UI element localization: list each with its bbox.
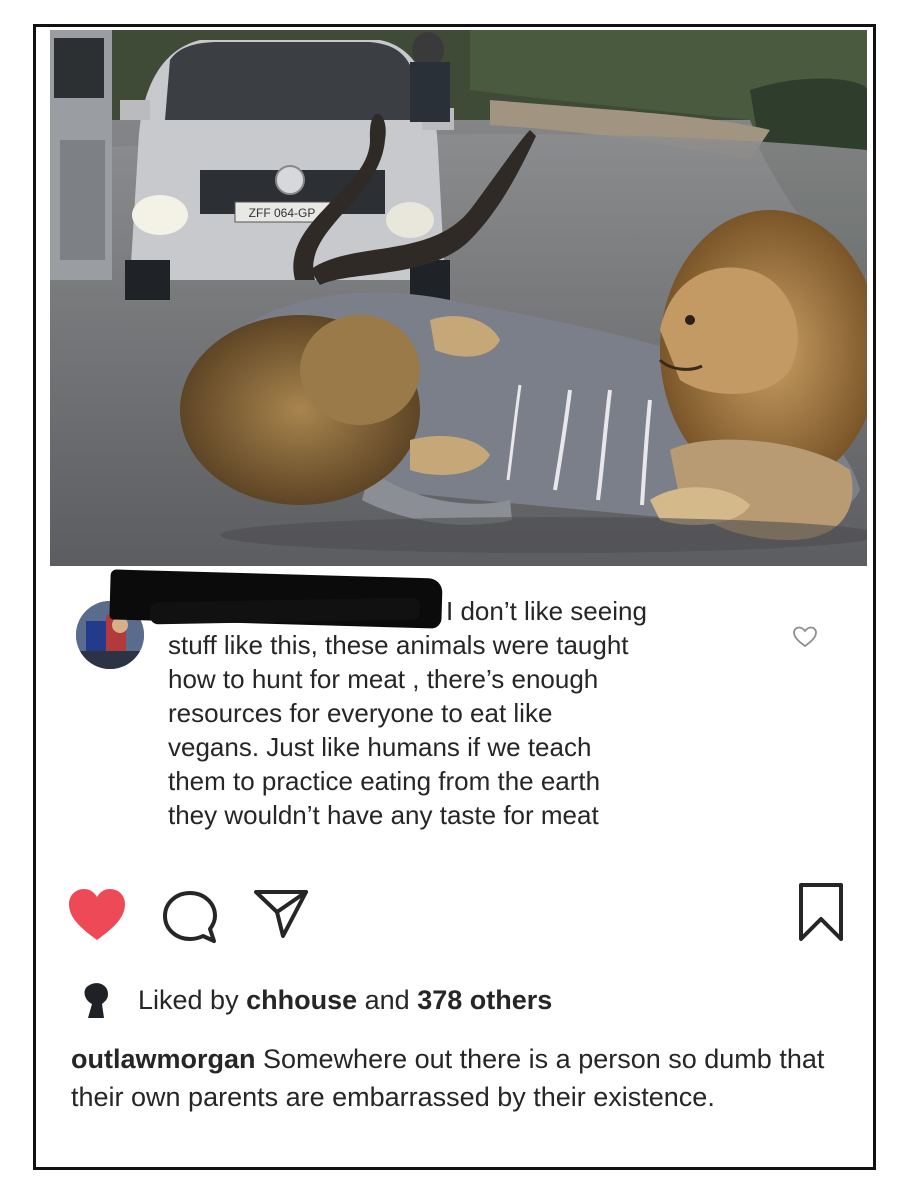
comment-line: they wouldn’t have any taste for meat <box>168 800 599 830</box>
caption-username[interactable]: outlawmorgan <box>71 1044 256 1074</box>
comment-line: vegans. Just like humans if we teach <box>168 732 592 762</box>
likes-others-count[interactable]: 378 others <box>417 985 552 1016</box>
heart-filled-icon[interactable] <box>67 887 127 943</box>
comment-line: stuff like this, these animals were taug… <box>168 630 629 660</box>
post-photo[interactable]: ZFF 064-GP <box>50 30 867 566</box>
comment-like-heart-icon[interactable] <box>792 625 818 649</box>
license-plate-text: ZFF 064-GP <box>249 206 316 220</box>
speech-bubble-icon[interactable] <box>163 890 217 944</box>
bookmark-icon[interactable] <box>798 882 844 942</box>
liker-username[interactable]: chhouse <box>246 985 357 1016</box>
comment-line: I don’t like seeing <box>446 596 647 626</box>
liker-avatar <box>75 979 117 1021</box>
comment-line: resources for everyone to eat like <box>168 698 553 728</box>
comment-line: how to hunt for meat , there’s enough <box>168 664 599 694</box>
comment-body: I don’t like seeing stuff like this, the… <box>168 594 748 832</box>
likes-prefix: Liked by <box>138 984 239 1015</box>
likes-joiner: and <box>364 984 410 1015</box>
paper-plane-icon[interactable] <box>253 888 309 940</box>
lion-kudu-road-image: ZFF 064-GP <box>50 30 867 566</box>
post-caption: outlawmorgan Somewhere out there is a pe… <box>71 1040 831 1116</box>
comment-line: them to practice eating from the earth <box>168 766 601 796</box>
likes-summary[interactable]: Liked by chhouse and 378 others <box>74 979 552 1021</box>
